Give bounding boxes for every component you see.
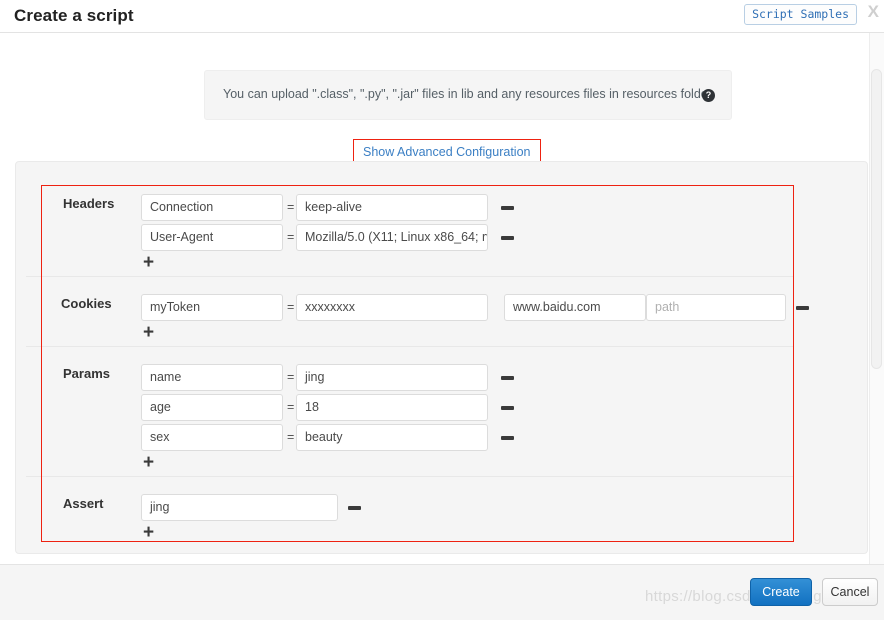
headers-equals-1: = [287, 230, 295, 244]
section-divider-cookies [26, 346, 794, 347]
section-label-assert: Assert [63, 496, 104, 511]
close-icon[interactable]: X [868, 3, 879, 21]
section-label-headers: Headers [63, 196, 115, 211]
params-value-input-1[interactable]: 18 [296, 394, 488, 421]
params-equals-1: = [287, 400, 295, 414]
cookies-add-row-button[interactable]: + [143, 323, 158, 342]
headers-remove-row-button-0[interactable] [501, 206, 514, 210]
params-remove-row-button-2[interactable] [501, 436, 514, 440]
headers-key-input-1[interactable]: User-Agent [141, 224, 283, 251]
params-equals-0: = [287, 370, 295, 384]
cookies-value-input-0[interactable]: xxxxxxxx [296, 294, 488, 321]
section-divider-headers [26, 276, 794, 277]
params-equals-2: = [287, 430, 295, 444]
headers-add-row-button[interactable]: + [143, 253, 158, 272]
upload-notice: You can upload ".class", ".py", ".jar" f… [204, 70, 732, 120]
headers-key-input-0[interactable]: Connection [141, 194, 283, 221]
assert-remove-row-button-0[interactable] [348, 506, 361, 510]
help-icon[interactable]: ? [702, 89, 715, 102]
dialog-titlebar: Create a script Script Samples X [0, 0, 884, 33]
upload-notice-text: You can upload ".class", ".py", ".jar" f… [223, 87, 715, 101]
section-divider-params [26, 476, 794, 477]
cancel-button[interactable]: Cancel [822, 578, 878, 606]
params-key-input-2[interactable]: sex [141, 424, 283, 451]
section-label-cookies: Cookies [61, 296, 112, 311]
params-remove-row-button-1[interactable] [501, 406, 514, 410]
params-value-input-2[interactable]: beauty [296, 424, 488, 451]
assert-add-row-button[interactable]: + [143, 523, 158, 542]
params-value-input-0[interactable]: jing [296, 364, 488, 391]
page-title: Create a script [14, 6, 134, 25]
headers-value-input-1[interactable]: Mozilla/5.0 (X11; Linux x86_64; rv [296, 224, 488, 251]
dialog-body: You can upload ".class", ".py", ".jar" f… [0, 33, 884, 564]
show-advanced-configuration-link[interactable]: Show Advanced Configuration [363, 145, 530, 159]
headers-remove-row-button-1[interactable] [501, 236, 514, 240]
create-button[interactable]: Create [750, 578, 812, 606]
headers-equals-0: = [287, 200, 295, 214]
cookies-key-input-0[interactable]: myToken [141, 294, 283, 321]
assert-value-input-0[interactable]: jing [141, 494, 338, 521]
params-remove-row-button-0[interactable] [501, 376, 514, 380]
create-script-dialog: Create a script Script Samples X You can… [0, 0, 884, 620]
headers-value-input-0[interactable]: keep-alive [296, 194, 488, 221]
params-key-input-0[interactable]: name [141, 364, 283, 391]
section-label-params: Params [63, 366, 110, 381]
vertical-scrollbar-thumb[interactable] [871, 69, 882, 369]
params-add-row-button[interactable]: + [143, 453, 158, 472]
cookies-equals-0: = [287, 300, 295, 314]
cookies-path-input-0[interactable]: path [646, 294, 786, 321]
cookies-domain-input-0[interactable]: www.baidu.com [504, 294, 646, 321]
script-samples-button[interactable]: Script Samples [744, 4, 857, 25]
params-key-input-1[interactable]: age [141, 394, 283, 421]
vertical-scrollbar[interactable] [869, 33, 884, 564]
cookies-remove-row-button-0[interactable] [796, 306, 809, 310]
